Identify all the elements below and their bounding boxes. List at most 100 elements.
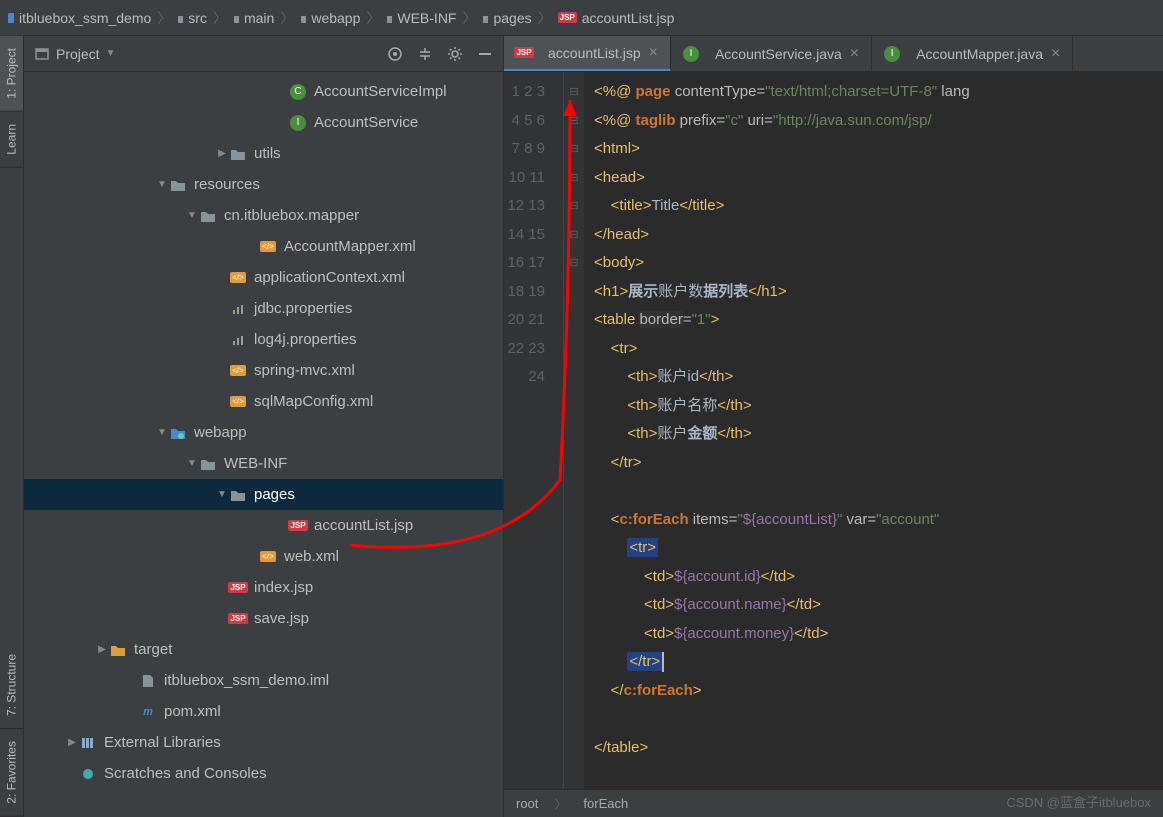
editor-tab[interactable]: I AccountMapper.java × [872,36,1073,71]
tree-toggle-icon[interactable]: ▶ [214,148,230,159]
tree-label: applicationContext.xml [254,269,405,286]
breadcrumb-label: itbluebox_ssm_demo [19,10,151,26]
tree-label: AccountService [314,114,418,131]
breadcrumb-label: src [188,10,207,26]
tree-label: resources [194,176,260,193]
breadcrumb-item[interactable]: main [233,10,274,26]
panel-title: Project [56,46,100,62]
breadcrumb-item[interactable]: src [177,10,207,26]
breadcrumb-item[interactable]: WEB-INF [386,10,456,26]
tree-label: Scratches and Consoles [104,765,267,782]
tree-label: accountList.jsp [314,517,413,534]
tree-node[interactable]: mpom.xml [24,696,503,727]
tree-toggle-icon[interactable]: ▼ [214,489,230,500]
folder-icon [482,10,488,26]
breadcrumb-item[interactable]: webapp [300,10,360,26]
folder-web-icon [170,425,186,441]
tree-node[interactable]: ▼ resources [24,169,503,200]
chevron-right-icon: 〉 [213,8,227,28]
editor-tab-bar: JSPaccountList.jsp×IAccountService.java×… [504,36,1163,72]
folder-icon [230,146,246,162]
breadcrumb-item[interactable]: pages [482,10,531,26]
tree-node[interactable]: ▶utils [24,138,503,169]
interface-icon: I [884,46,900,62]
editor-tab[interactable]: JSPaccountList.jsp× [504,36,671,71]
tool-tab-7structure[interactable]: 7: Structure [0,642,23,729]
tree-label: log4j.properties [254,331,357,348]
tree-label: web.xml [284,548,339,565]
folder-target-icon [110,642,126,658]
tree-node[interactable]: Scratches and Consoles [24,758,503,789]
gear-icon[interactable] [447,46,463,62]
tree-node[interactable]: </>AccountMapper.xml [24,231,503,262]
tree-node[interactable]: itbluebox_ssm_demo.iml [24,665,503,696]
tree-node[interactable]: JSPaccountList.jsp [24,510,503,541]
tree-node[interactable]: </>spring-mvc.xml [24,355,503,386]
tree-node[interactable]: JSPsave.jsp [24,603,503,634]
breadcrumb-label: pages [493,10,531,26]
tree-node[interactable]: ▼webapp [24,417,503,448]
tree-node[interactable]: ▼cn.itbluebox.mapper [24,200,503,231]
chevron-right-icon: 〉 [462,8,476,28]
tree-node[interactable]: log4j.properties [24,324,503,355]
project-panel: Project ▼ CAccountServiceImplIAccountSer… [24,36,504,817]
tool-tab-2favorites[interactable]: 2: Favorites [0,729,23,817]
tree-toggle-icon[interactable]: ▼ [184,458,200,469]
panel-title-group[interactable]: Project ▼ [34,46,379,62]
tree-node[interactable]: CAccountServiceImpl [24,76,503,107]
jsp-icon: JSP [230,611,246,627]
breadcrumb: itbluebox_ssm_demo 〉 src 〉 main 〉 webapp 〉 WEB-I… [0,0,1163,36]
tree-toggle-icon[interactable]: ▶ [64,737,80,748]
hide-icon[interactable] [477,46,493,62]
lib-icon [80,735,96,751]
prop-icon [230,301,246,317]
tree-node[interactable]: ▶ target [24,634,503,665]
folder-icon [177,10,183,26]
editor-crumb[interactable]: root [516,796,538,811]
close-icon[interactable]: × [649,44,658,62]
folder-icon [200,456,216,472]
watermark: CSDN @蓝盒子itbluebox [1006,792,1151,811]
scratch-icon [80,766,96,782]
tree-toggle-icon[interactable]: ▼ [154,427,170,438]
tree-node[interactable]: IAccountService [24,107,503,138]
tree-label: target [134,641,172,658]
tree-label: itbluebox_ssm_demo.iml [164,672,329,689]
tree-toggle-icon[interactable]: ▶ [94,644,110,655]
tab-label: AccountMapper.java [916,46,1043,62]
tree-node[interactable]: </>applicationContext.xml [24,262,503,293]
chevron-right-icon: 〉 [280,8,294,28]
editor-tab[interactable]: IAccountService.java× [671,36,872,71]
code-content[interactable]: <%@ page contentType="text/html;charset=… [584,72,1163,789]
folder-icon [170,177,186,193]
tree-node[interactable]: ▼pages [24,479,503,510]
fold-column: ⊟ ⊟ ⊟ ⊟ ⊟ ⊟ ⊟ [564,72,584,789]
breadcrumb-item[interactable]: itbluebox_ssm_demo [8,10,151,26]
tool-tab-1project[interactable]: 1: Project [0,36,23,112]
breadcrumb-item[interactable]: JSPaccountList.jsp [558,10,675,26]
editor-crumb[interactable]: forEach [583,796,628,811]
expand-all-icon[interactable] [417,46,433,62]
select-opened-icon[interactable] [387,46,403,62]
jsp-icon: JSP [230,580,246,596]
tree-node[interactable]: jdbc.properties [24,293,503,324]
close-icon[interactable]: × [850,45,859,63]
folder-icon [386,10,392,26]
chevron-right-icon: 〉 [366,8,380,28]
tree-node[interactable]: JSPindex.jsp [24,572,503,603]
tree-toggle-icon[interactable]: ▼ [184,210,200,221]
close-icon[interactable]: × [1051,45,1060,63]
xml-icon: </> [260,549,276,565]
tree-node[interactable]: </>sqlMapConfig.xml [24,386,503,417]
tree-node[interactable]: ▶External Libraries [24,727,503,758]
tree-toggle-icon[interactable]: ▼ [154,179,170,190]
tree-node[interactable]: ▼ WEB-INF [24,448,503,479]
tree-label: WEB-INF [224,455,287,472]
tool-tab-learn[interactable]: Learn [0,112,23,168]
jsp-icon: JSP [558,12,577,23]
editor-body[interactable]: 1 2 3 4 5 6 7 8 9 10 11 12 13 14 15 16 1… [504,72,1163,789]
panel-header: Project ▼ [24,36,503,72]
left-tool-strip: 1: ProjectLearn 7: Structure2: Favorites [0,36,24,817]
project-tree[interactable]: CAccountServiceImplIAccountService▶utils… [24,72,503,817]
tree-node[interactable]: </> web.xml [24,541,503,572]
